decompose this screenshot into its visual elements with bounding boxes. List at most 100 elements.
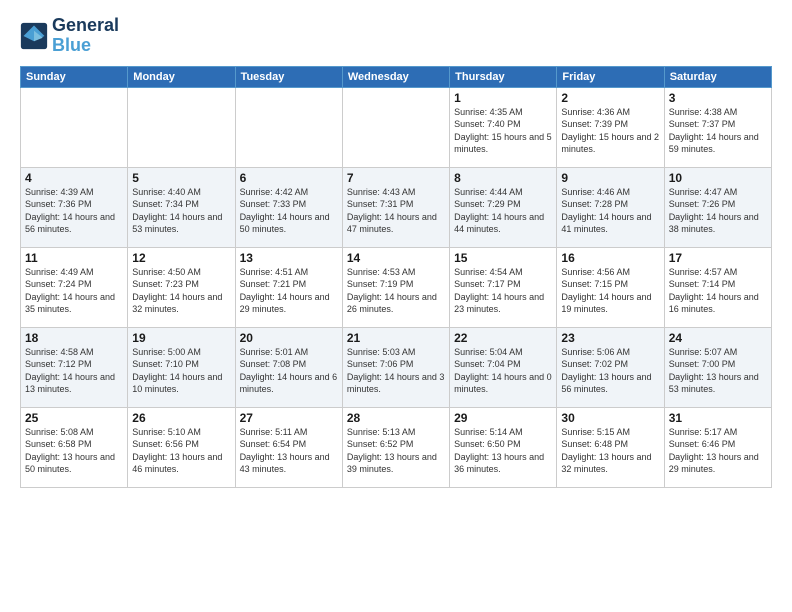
day-info: Sunrise: 5:11 AM Sunset: 6:54 PM Dayligh… bbox=[240, 426, 338, 476]
day-number: 10 bbox=[669, 171, 767, 185]
day-info: Sunrise: 5:17 AM Sunset: 6:46 PM Dayligh… bbox=[669, 426, 767, 476]
page: General Blue SundayMondayTuesdayWednesda… bbox=[0, 0, 792, 612]
calendar-cell: 17Sunrise: 4:57 AM Sunset: 7:14 PM Dayli… bbox=[664, 247, 771, 327]
day-number: 31 bbox=[669, 411, 767, 425]
col-header-thursday: Thursday bbox=[450, 66, 557, 87]
day-info: Sunrise: 4:49 AM Sunset: 7:24 PM Dayligh… bbox=[25, 266, 123, 316]
calendar-cell: 24Sunrise: 5:07 AM Sunset: 7:00 PM Dayli… bbox=[664, 327, 771, 407]
calendar-cell: 1Sunrise: 4:35 AM Sunset: 7:40 PM Daylig… bbox=[450, 87, 557, 167]
calendar-cell: 9Sunrise: 4:46 AM Sunset: 7:28 PM Daylig… bbox=[557, 167, 664, 247]
day-info: Sunrise: 5:01 AM Sunset: 7:08 PM Dayligh… bbox=[240, 346, 338, 396]
day-number: 25 bbox=[25, 411, 123, 425]
logo-icon bbox=[20, 22, 48, 50]
day-info: Sunrise: 5:13 AM Sunset: 6:52 PM Dayligh… bbox=[347, 426, 445, 476]
day-info: Sunrise: 4:35 AM Sunset: 7:40 PM Dayligh… bbox=[454, 106, 552, 156]
day-info: Sunrise: 4:57 AM Sunset: 7:14 PM Dayligh… bbox=[669, 266, 767, 316]
day-info: Sunrise: 5:04 AM Sunset: 7:04 PM Dayligh… bbox=[454, 346, 552, 396]
day-info: Sunrise: 5:06 AM Sunset: 7:02 PM Dayligh… bbox=[561, 346, 659, 396]
day-info: Sunrise: 4:36 AM Sunset: 7:39 PM Dayligh… bbox=[561, 106, 659, 156]
logo-text-line2: Blue bbox=[52, 36, 119, 56]
calendar-cell: 16Sunrise: 4:56 AM Sunset: 7:15 PM Dayli… bbox=[557, 247, 664, 327]
day-number: 4 bbox=[25, 171, 123, 185]
calendar-cell: 19Sunrise: 5:00 AM Sunset: 7:10 PM Dayli… bbox=[128, 327, 235, 407]
calendar-cell: 4Sunrise: 4:39 AM Sunset: 7:36 PM Daylig… bbox=[21, 167, 128, 247]
day-number: 1 bbox=[454, 91, 552, 105]
day-info: Sunrise: 5:10 AM Sunset: 6:56 PM Dayligh… bbox=[132, 426, 230, 476]
day-number: 29 bbox=[454, 411, 552, 425]
calendar-cell: 5Sunrise: 4:40 AM Sunset: 7:34 PM Daylig… bbox=[128, 167, 235, 247]
calendar-cell: 15Sunrise: 4:54 AM Sunset: 7:17 PM Dayli… bbox=[450, 247, 557, 327]
col-header-friday: Friday bbox=[557, 66, 664, 87]
day-number: 30 bbox=[561, 411, 659, 425]
day-number: 18 bbox=[25, 331, 123, 345]
day-info: Sunrise: 5:07 AM Sunset: 7:00 PM Dayligh… bbox=[669, 346, 767, 396]
day-info: Sunrise: 4:46 AM Sunset: 7:28 PM Dayligh… bbox=[561, 186, 659, 236]
week-row-4: 18Sunrise: 4:58 AM Sunset: 7:12 PM Dayli… bbox=[21, 327, 772, 407]
calendar-cell: 6Sunrise: 4:42 AM Sunset: 7:33 PM Daylig… bbox=[235, 167, 342, 247]
day-number: 12 bbox=[132, 251, 230, 265]
day-info: Sunrise: 4:56 AM Sunset: 7:15 PM Dayligh… bbox=[561, 266, 659, 316]
calendar-cell: 13Sunrise: 4:51 AM Sunset: 7:21 PM Dayli… bbox=[235, 247, 342, 327]
calendar-cell: 14Sunrise: 4:53 AM Sunset: 7:19 PM Dayli… bbox=[342, 247, 449, 327]
day-info: Sunrise: 5:14 AM Sunset: 6:50 PM Dayligh… bbox=[454, 426, 552, 476]
calendar-cell: 20Sunrise: 5:01 AM Sunset: 7:08 PM Dayli… bbox=[235, 327, 342, 407]
day-number: 27 bbox=[240, 411, 338, 425]
calendar-cell: 26Sunrise: 5:10 AM Sunset: 6:56 PM Dayli… bbox=[128, 407, 235, 487]
calendar-cell: 12Sunrise: 4:50 AM Sunset: 7:23 PM Dayli… bbox=[128, 247, 235, 327]
day-info: Sunrise: 4:39 AM Sunset: 7:36 PM Dayligh… bbox=[25, 186, 123, 236]
day-number: 6 bbox=[240, 171, 338, 185]
calendar-cell: 18Sunrise: 4:58 AM Sunset: 7:12 PM Dayli… bbox=[21, 327, 128, 407]
day-info: Sunrise: 4:50 AM Sunset: 7:23 PM Dayligh… bbox=[132, 266, 230, 316]
calendar-cell: 25Sunrise: 5:08 AM Sunset: 6:58 PM Dayli… bbox=[21, 407, 128, 487]
day-info: Sunrise: 5:15 AM Sunset: 6:48 PM Dayligh… bbox=[561, 426, 659, 476]
col-header-wednesday: Wednesday bbox=[342, 66, 449, 87]
logo: General Blue bbox=[20, 16, 119, 56]
day-number: 7 bbox=[347, 171, 445, 185]
day-info: Sunrise: 5:00 AM Sunset: 7:10 PM Dayligh… bbox=[132, 346, 230, 396]
day-info: Sunrise: 4:51 AM Sunset: 7:21 PM Dayligh… bbox=[240, 266, 338, 316]
col-header-saturday: Saturday bbox=[664, 66, 771, 87]
day-info: Sunrise: 4:42 AM Sunset: 7:33 PM Dayligh… bbox=[240, 186, 338, 236]
calendar-cell: 27Sunrise: 5:11 AM Sunset: 6:54 PM Dayli… bbox=[235, 407, 342, 487]
day-number: 21 bbox=[347, 331, 445, 345]
day-number: 13 bbox=[240, 251, 338, 265]
calendar-cell bbox=[342, 87, 449, 167]
calendar-cell: 22Sunrise: 5:04 AM Sunset: 7:04 PM Dayli… bbox=[450, 327, 557, 407]
calendar-cell: 30Sunrise: 5:15 AM Sunset: 6:48 PM Dayli… bbox=[557, 407, 664, 487]
calendar-cell: 31Sunrise: 5:17 AM Sunset: 6:46 PM Dayli… bbox=[664, 407, 771, 487]
day-info: Sunrise: 4:43 AM Sunset: 7:31 PM Dayligh… bbox=[347, 186, 445, 236]
calendar-cell: 29Sunrise: 5:14 AM Sunset: 6:50 PM Dayli… bbox=[450, 407, 557, 487]
week-row-1: 1Sunrise: 4:35 AM Sunset: 7:40 PM Daylig… bbox=[21, 87, 772, 167]
day-info: Sunrise: 4:54 AM Sunset: 7:17 PM Dayligh… bbox=[454, 266, 552, 316]
day-info: Sunrise: 5:03 AM Sunset: 7:06 PM Dayligh… bbox=[347, 346, 445, 396]
calendar-cell: 23Sunrise: 5:06 AM Sunset: 7:02 PM Dayli… bbox=[557, 327, 664, 407]
day-number: 9 bbox=[561, 171, 659, 185]
day-number: 14 bbox=[347, 251, 445, 265]
calendar-table: SundayMondayTuesdayWednesdayThursdayFrid… bbox=[20, 66, 772, 488]
day-info: Sunrise: 4:40 AM Sunset: 7:34 PM Dayligh… bbox=[132, 186, 230, 236]
col-header-monday: Monday bbox=[128, 66, 235, 87]
calendar-cell: 7Sunrise: 4:43 AM Sunset: 7:31 PM Daylig… bbox=[342, 167, 449, 247]
col-header-sunday: Sunday bbox=[21, 66, 128, 87]
calendar-cell: 8Sunrise: 4:44 AM Sunset: 7:29 PM Daylig… bbox=[450, 167, 557, 247]
day-number: 19 bbox=[132, 331, 230, 345]
day-info: Sunrise: 4:53 AM Sunset: 7:19 PM Dayligh… bbox=[347, 266, 445, 316]
day-info: Sunrise: 4:47 AM Sunset: 7:26 PM Dayligh… bbox=[669, 186, 767, 236]
week-row-5: 25Sunrise: 5:08 AM Sunset: 6:58 PM Dayli… bbox=[21, 407, 772, 487]
day-number: 5 bbox=[132, 171, 230, 185]
week-row-3: 11Sunrise: 4:49 AM Sunset: 7:24 PM Dayli… bbox=[21, 247, 772, 327]
calendar-cell bbox=[235, 87, 342, 167]
day-number: 23 bbox=[561, 331, 659, 345]
day-number: 20 bbox=[240, 331, 338, 345]
day-info: Sunrise: 4:44 AM Sunset: 7:29 PM Dayligh… bbox=[454, 186, 552, 236]
day-info: Sunrise: 4:58 AM Sunset: 7:12 PM Dayligh… bbox=[25, 346, 123, 396]
day-number: 17 bbox=[669, 251, 767, 265]
calendar-cell: 28Sunrise: 5:13 AM Sunset: 6:52 PM Dayli… bbox=[342, 407, 449, 487]
day-number: 28 bbox=[347, 411, 445, 425]
week-row-2: 4Sunrise: 4:39 AM Sunset: 7:36 PM Daylig… bbox=[21, 167, 772, 247]
day-number: 15 bbox=[454, 251, 552, 265]
logo-text-line1: General bbox=[52, 16, 119, 36]
calendar-cell bbox=[21, 87, 128, 167]
calendar-header-row: SundayMondayTuesdayWednesdayThursdayFrid… bbox=[21, 66, 772, 87]
day-number: 22 bbox=[454, 331, 552, 345]
